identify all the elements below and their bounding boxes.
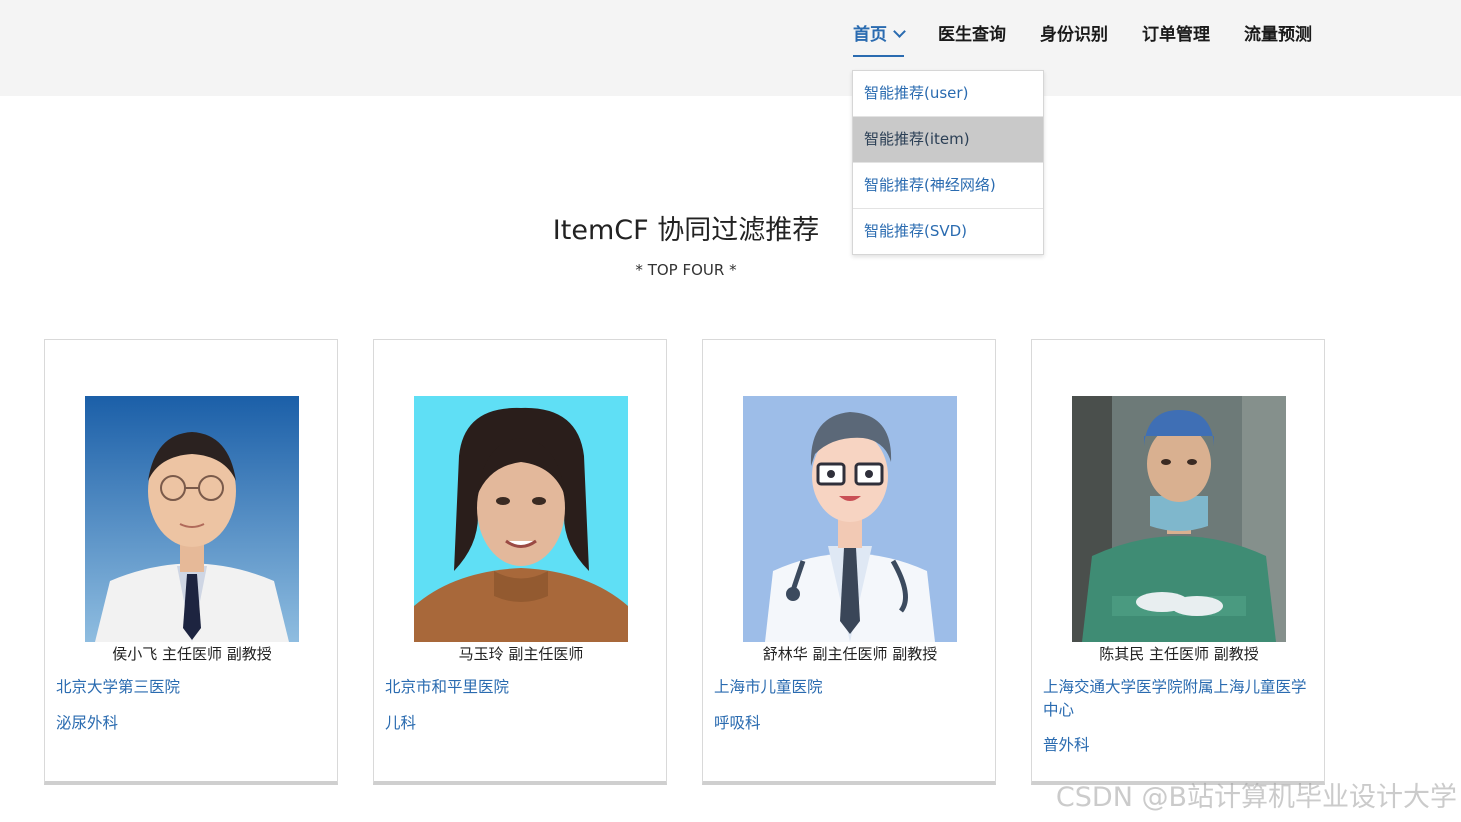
top-header: 首页 医生查询 身份识别 订单管理 流量预测 [0,0,1461,96]
doctor-department-link[interactable]: 儿科 [385,711,416,733]
section-title: ItemCF 协同过滤推荐 [552,215,820,246]
doctor-hospital-link[interactable]: 上海交通大学医学院附属上海儿童医学中心 [1043,676,1315,722]
doctor-hospital-link[interactable]: 北京市和平里医院 [385,676,657,699]
nav-item-traffic-forecast[interactable]: 流量预测 [1244,20,1312,57]
doctor-name: 侯小飞 主任医师 副教授 [112,645,272,663]
doctor-card[interactable]: 舒林华 副主任医师 副教授 上海市儿童医院 呼吸科 [702,339,996,785]
doctor-name: 马玉玲 副主任医师 [458,645,584,663]
doctor-card[interactable]: 侯小飞 主任医师 副教授 北京大学第三医院 泌尿外科 [44,339,338,785]
doctor-department-link[interactable]: 呼吸科 [714,711,761,733]
doctor-photo[interactable] [414,396,628,642]
nav-item-home[interactable]: 首页 [853,20,906,57]
watermark: CSDN @B站计算机毕业设计大学 [1055,782,1457,813]
menu-item-recommend-item[interactable]: 智能推荐(item) [853,117,1043,163]
doctor-name: 舒林华 副主任医师 副教授 [762,645,938,663]
menu-item-recommend-user[interactable]: 智能推荐(user) [853,71,1043,117]
nav-item-orders[interactable]: 订单管理 [1142,20,1210,57]
doctor-department-link[interactable]: 普外科 [1043,733,1090,755]
home-dropdown-menu: 智能推荐(user) 智能推荐(item) 智能推荐(神经网络) 智能推荐(SV… [852,70,1044,255]
doctor-photo[interactable] [743,396,957,642]
section-subtitle: * TOP FOUR * [635,261,737,279]
menu-item-recommend-svd[interactable]: 智能推荐(SVD) [853,209,1043,254]
nav-item-doctor-search[interactable]: 医生查询 [938,20,1006,57]
doctor-name: 陈其民 主任医师 副教授 [1099,645,1259,663]
doctor-department-link[interactable]: 泌尿外科 [56,711,118,733]
nav-item-identity[interactable]: 身份识别 [1040,20,1108,57]
chevron-down-icon [893,25,906,38]
doctor-hospital-link[interactable]: 上海市儿童医院 [714,676,986,699]
nav-item-label: 首页 [853,25,887,45]
doctor-photo[interactable] [85,396,299,642]
main-nav: 首页 医生查询 身份识别 订单管理 流量预测 [853,20,1346,57]
doctor-card[interactable]: 陈其民 主任医师 副教授 上海交通大学医学院附属上海儿童医学中心 普外科 [1031,339,1325,785]
doctor-hospital-link[interactable]: 北京大学第三医院 [56,676,328,699]
doctor-card[interactable]: 马玉玲 副主任医师 北京市和平里医院 儿科 [373,339,667,785]
doctor-photo[interactable] [1072,396,1286,642]
menu-item-recommend-neural[interactable]: 智能推荐(神经网络) [853,163,1043,209]
